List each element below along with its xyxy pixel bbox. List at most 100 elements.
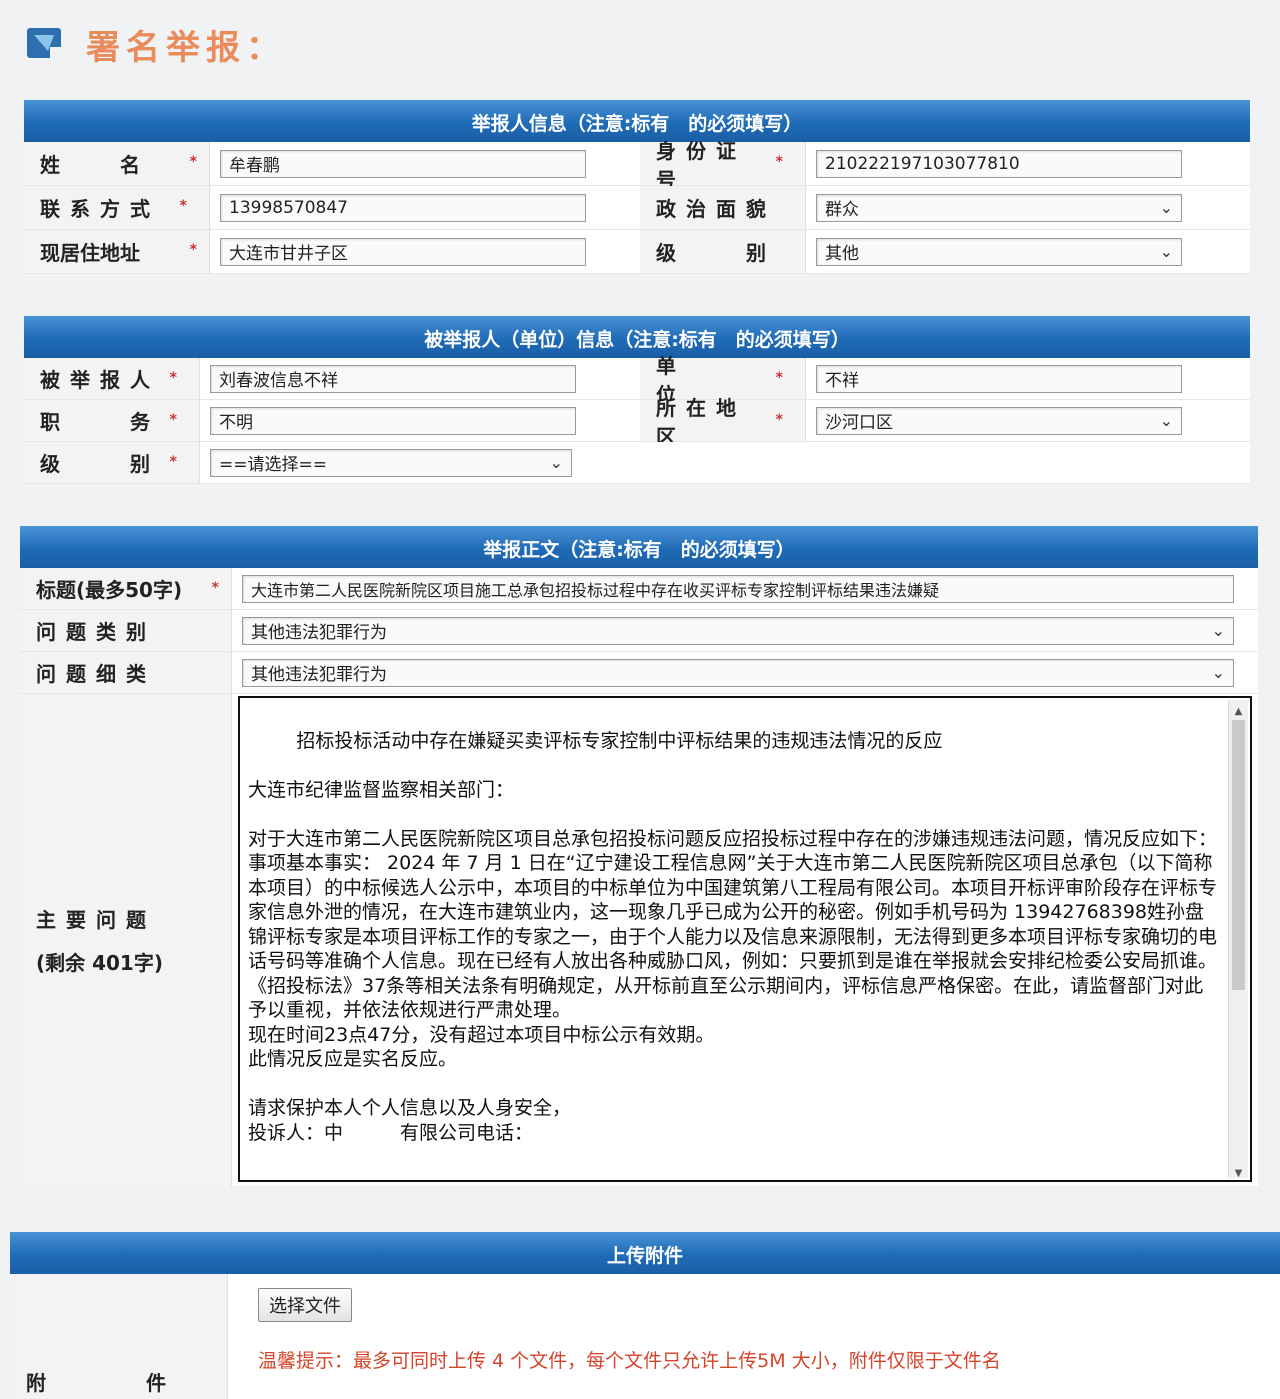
region-label: 所在地区 * <box>640 396 806 449</box>
political-select-value: 群众 <box>825 200 859 220</box>
upload-section-bar: 上传附件 <box>10 1232 1280 1274</box>
political-label: 政治面貌 <box>640 186 806 229</box>
report-title-field-cell: 大连市第二人民医院新院区项目施工总承包招投标过程中存在收买评标专家控制评标结果违… <box>232 568 1258 609</box>
category-field-cell: 其他违法犯罪行为 ⌄ <box>232 610 1258 651</box>
report-title-row: 标题(最多50字) * 大连市第二人民医院新院区项目施工总承包招投标过程中存在收买… <box>20 568 1258 610</box>
required-mark: * <box>775 412 793 428</box>
chevron-down-icon: ⌄ <box>1159 242 1173 261</box>
address-input[interactable]: 大连市甘井子区 <box>220 237 586 266</box>
logo-icon <box>24 23 66 65</box>
reporter-level-label-text: 级 别 <box>656 241 776 265</box>
page-header: 署名举报： <box>24 16 624 72</box>
accused-person-field-cell: 刘春波信息不祥 <box>200 358 640 399</box>
category-select[interactable]: 其他违法犯罪行为 ⌄ <box>242 616 1234 645</box>
required-mark: * <box>775 370 793 386</box>
subcategory-label: 问题细类 <box>20 652 232 693</box>
id-field-cell: 210222197103077810 <box>806 142 1250 185</box>
category-label-text: 问题类别 <box>36 620 156 644</box>
political-label-text: 政治面貌 <box>656 197 776 221</box>
upload-row: 附 件 选择文件 温馨提示：最多可同时上传 4 个文件，每个文件只允许上传5M … <box>10 1274 1280 1399</box>
region-label-text: 所在地区 <box>656 395 746 449</box>
chevron-down-icon: ⌄ <box>1211 663 1225 682</box>
id-number-input[interactable]: 210222197103077810 <box>816 149 1182 178</box>
required-mark: * <box>189 154 197 170</box>
upload-section: 上传附件 附 件 选择文件 温馨提示：最多可同时上传 4 个文件，每个文件只允许… <box>10 1232 1280 1399</box>
contact-label-text: 联系方式 <box>40 197 160 221</box>
accused-section-bar: 被举报人（单位）信息（注意:标有 的必须填写） <box>24 316 1250 358</box>
main-issue-field-cell: 招标投标活动中存在嫌疑买卖评标专家控制中评标结果的违规违法情况的反应 大连市纪律… <box>232 694 1258 1186</box>
name-input[interactable]: 牟春鹏 <box>220 149 586 178</box>
accused-person-input[interactable]: 刘春波信息不祥 <box>210 364 576 393</box>
chevron-down-icon: ⌄ <box>549 453 563 472</box>
category-select-value: 其他违法犯罪行为 <box>251 623 387 643</box>
subcategory-select[interactable]: 其他违法犯罪行为 ⌄ <box>242 658 1234 687</box>
reporter-row-1: 姓 名 * 牟春鹏 身份证号 * 210222197103077810 <box>24 139 1250 192</box>
upload-field-cell: 选择文件 温馨提示：最多可同时上传 4 个文件，每个文件只允许上传5M 大小，附… <box>228 1274 1280 1399</box>
contact-field-cell: 13998570847 <box>210 186 640 229</box>
reporter-row-3: 现居住地址 * 大连市甘井子区 级 别 其他 ⌄ <box>24 230 1250 274</box>
upload-hint: 温馨提示：最多可同时上传 4 个文件，每个文件只允许上传5M 大小，附件仅限于文… <box>258 1350 1001 1372</box>
reporter-row-2: 联系方式 * 13998570847 政治面貌 群众 ⌄ <box>24 186 1250 230</box>
scrollbar-thumb[interactable] <box>1232 720 1245 990</box>
accused-person-label: 被举报人 * <box>24 358 200 399</box>
attachment-label: 附 件 <box>10 1274 228 1399</box>
accused-level-field-cell: ==请选择== ⌄ <box>200 442 1250 483</box>
name-field-cell: 牟春鹏 <box>210 142 640 185</box>
duty-label: 职 务 * <box>24 400 200 441</box>
subcategory-row: 问题细类 其他违法犯罪行为 ⌄ <box>20 652 1258 694</box>
main-issue-text: 招标投标活动中存在嫌疑买卖评标专家控制中评标结果的违规违法情况的反应 大连市纪律… <box>248 729 1218 1144</box>
main-issue-label-text: 主要问题 <box>36 908 156 932</box>
chevron-down-icon: ⌄ <box>1159 198 1173 217</box>
region-select[interactable]: 沙河口区 ⌄ <box>816 406 1182 435</box>
accused-level-label-text: 级 别 <box>40 452 160 476</box>
region-select-value: 沙河口区 <box>825 413 893 433</box>
accused-level-select[interactable]: ==请选择== ⌄ <box>210 448 572 477</box>
name-label-text: 姓 名 <box>40 153 140 177</box>
required-mark: * <box>211 580 219 596</box>
unit-field-cell: 不祥 <box>806 358 1250 399</box>
report-title-input[interactable]: 大连市第二人民医院新院区项目施工总承包招投标过程中存在收买评标专家控制评标结果违… <box>242 574 1234 603</box>
accused-row-1: 被举报人 * 刘春波信息不祥 单 位 * 不祥 <box>24 354 1250 407</box>
unit-input[interactable]: 不祥 <box>816 364 1182 393</box>
chevron-down-icon: ⌄ <box>1211 621 1225 640</box>
required-mark: * <box>179 198 197 214</box>
attachment-label-text: 附 件 <box>26 1371 166 1395</box>
required-mark: * <box>189 242 197 258</box>
scroll-up-icon[interactable]: ▲ <box>1229 700 1248 717</box>
accused-level-label: 级 别 * <box>24 442 200 483</box>
address-field-cell: 大连市甘井子区 <box>210 230 640 273</box>
address-label: 现居住地址 * <box>24 230 210 273</box>
main-issue-textarea[interactable]: 招标投标活动中存在嫌疑买卖评标专家控制中评标结果的违规违法情况的反应 大连市纪律… <box>238 696 1252 1182</box>
political-select[interactable]: 群众 ⌄ <box>816 193 1182 222</box>
category-row: 问题类别 其他违法犯罪行为 ⌄ <box>20 610 1258 652</box>
scroll-down-icon[interactable]: ▼ <box>1229 1162 1248 1179</box>
report-section: 举报正文（注意:标有 的必须填写） 标题(最多50字) * 大连市第二人民医院新院… <box>20 526 1258 1186</box>
required-mark: * <box>169 412 187 428</box>
accused-row-3: 级 别 * ==请选择== ⌄ <box>24 442 1250 484</box>
report-title-label-text: 标题(最多50字) <box>36 578 183 602</box>
subcategory-field-cell: 其他违法犯罪行为 ⌄ <box>232 652 1258 693</box>
contact-label: 联系方式 * <box>24 186 210 229</box>
id-label-text: 身份证号 <box>656 138 746 192</box>
main-issue-label: 主要问题 (剩余 401字) <box>20 694 232 1186</box>
address-label-text: 现居住地址 <box>40 241 140 265</box>
reporter-section: 举报人信息（注意:标有 的必须填写） 姓 名 * 牟春鹏 身份证号 * 210222… <box>24 100 1250 274</box>
reporter-section-bar: 举报人信息（注意:标有 的必须填写） <box>24 100 1250 142</box>
choose-file-button[interactable]: 选择文件 <box>258 1288 352 1322</box>
textarea-scrollbar[interactable]: ▲ ▼ <box>1228 700 1248 1179</box>
accused-person-label-text: 被举报人 <box>40 368 160 392</box>
main-issue-row: 主要问题 (剩余 401字) 招标投标活动中存在嫌疑买卖评标专家控制中评标结果的… <box>20 694 1258 1186</box>
report-title-label: 标题(最多50字) * <box>20 568 232 609</box>
report-section-bar: 举报正文（注意:标有 的必须填写） <box>20 526 1258 568</box>
accused-section: 被举报人（单位）信息（注意:标有 的必须填写） 被举报人 * 刘春波信息不祥 单 … <box>24 316 1250 484</box>
duty-input[interactable]: 不明 <box>210 406 576 435</box>
contact-input[interactable]: 13998570847 <box>220 193 586 222</box>
reporter-level-select-value: 其他 <box>825 244 859 264</box>
required-mark: * <box>169 370 187 386</box>
accused-level-select-value: ==请选择== <box>219 455 327 475</box>
id-label: 身份证号 * <box>640 139 806 192</box>
required-mark: * <box>169 454 187 470</box>
reporter-level-select[interactable]: 其他 ⌄ <box>816 237 1182 266</box>
region-field-cell: 沙河口区 ⌄ <box>806 400 1250 441</box>
page-title: 署名举报： <box>86 27 286 68</box>
